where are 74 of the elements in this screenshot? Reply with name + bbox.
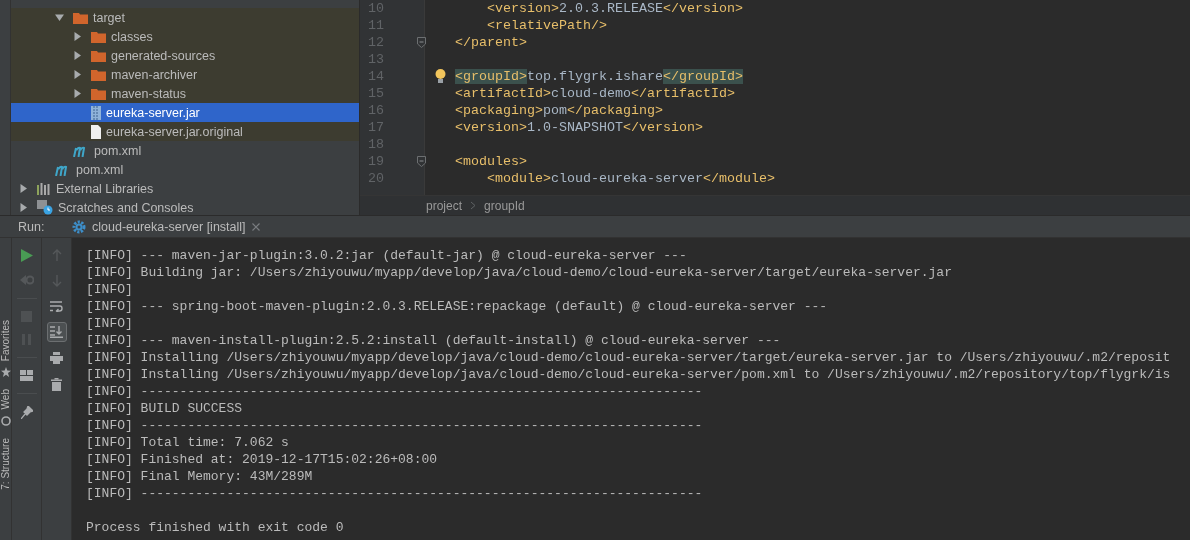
tree-item[interactable]: Scratches and Consoles — [11, 198, 359, 217]
fold-marker-icon[interactable] — [417, 37, 426, 48]
tree-item[interactable]: eureka-server.jar.original — [11, 122, 359, 141]
tool-window-tab[interactable]: 7: Structure — [0, 437, 11, 490]
folder-icon — [91, 30, 106, 43]
breadcrumb[interactable]: groupId — [484, 198, 525, 213]
file-icon — [91, 124, 101, 139]
breadcrumb[interactable]: project — [426, 198, 463, 213]
gear-icon — [72, 219, 86, 234]
console-line: [INFO] ------------------------------------------------------------------------ — [86, 384, 703, 399]
code-line: <version>2.0.3.RELEASE</version> — [486, 1, 743, 16]
fold-marker-icon[interactable] — [417, 156, 426, 167]
console-line: [INFO] --- spring-boot-maven-plugin:2.0.3.RELEASE:repackage (default) @ cloud-eureka-server --- — [86, 299, 828, 314]
tree-item[interactable]: maven-status — [11, 84, 359, 103]
trash-icon[interactable] — [51, 378, 62, 391]
console-line: [INFO] Total time: 7.062 s — [86, 435, 289, 450]
expand-arrow-icon[interactable] — [73, 32, 82, 41]
tree-item[interactable]: generated-sources — [11, 46, 359, 65]
tool-window-tab[interactable]: Web — [0, 389, 11, 410]
layout-icon[interactable] — [20, 370, 33, 381]
print-icon[interactable] — [50, 352, 63, 364]
console-line: [INFO] Installing /Users/zhiyouwu/myapp/develop/java/cloud-demo/cloud-eureka-server/target/eureka-server.jar to /Users/zhiyouwu/.m2/reposit — [86, 350, 1171, 365]
folder-icon — [91, 49, 106, 62]
console-line: [INFO] BUILD SUCCESS — [86, 401, 243, 416]
tree-item[interactable]: pom.xml — [11, 141, 359, 160]
console-line: [INFO] ------------------------------------------------------------------------ — [86, 418, 703, 433]
console-line: [INFO] — [86, 316, 133, 331]
folder-icon — [73, 11, 88, 24]
run-label: Run: — [18, 218, 46, 236]
console-line: [INFO] --- maven-jar-plugin:3.0.2:jar (default-jar) @ cloud-eureka-server --- — [86, 248, 687, 263]
tree-item[interactable]: maven-archiver — [11, 65, 359, 84]
tree-item[interactable]: External Libraries — [11, 179, 359, 198]
close-icon[interactable] — [251, 222, 260, 231]
tree-item[interactable]: pom.xml — [11, 160, 359, 179]
console-line: [INFO] --- maven-install-plugin:2.5.2:install (default-install) @ cloud-eureka-server --- — [86, 333, 781, 348]
code-line: <artifactId>cloud-demo</artifactId> — [455, 86, 735, 101]
console-line: [INFO] Installing /Users/zhiyouwu/myapp/develop/java/cloud-demo/cloud-eureka-server/pom.xml to /Users/zhiyouwu/.m2/repository/top/flygrk/is — [86, 367, 1171, 382]
code-line: <packaging>pom</packaging> — [455, 103, 663, 118]
tree-item[interactable]: eureka-server.jar — [11, 103, 359, 122]
run-icon[interactable] — [20, 249, 33, 262]
code-line: <relativePath/> — [486, 18, 607, 33]
pin-icon[interactable] — [20, 406, 33, 419]
expand-arrow-icon[interactable] — [73, 70, 82, 79]
scroll-to-end-toggle[interactable] — [46, 322, 67, 342]
expand-arrow-icon[interactable] — [19, 184, 28, 193]
archive-icon — [91, 105, 101, 120]
code-line: <version>1.0-SNAPSHOT</version> — [455, 120, 703, 135]
tree-item[interactable]: target — [11, 8, 359, 27]
scratches-icon — [37, 200, 53, 215]
code-line: </parent> — [455, 35, 527, 50]
tool-window-tab[interactable]: Favorites — [0, 320, 11, 362]
code-line: <groupId>top.flygrk.ishare</groupId> — [455, 69, 743, 84]
code-line: <module>cloud-eureka-server</module> — [486, 171, 775, 186]
chevron-icon — [470, 201, 477, 210]
lightbulb-icon[interactable] — [435, 69, 446, 84]
tree-item[interactable]: classes — [11, 27, 359, 46]
exit-message: Process finished with exit code 0 — [86, 520, 344, 535]
console-line: [INFO] — [86, 282, 133, 297]
code-line: <modules> — [455, 154, 527, 169]
libraries-icon — [37, 182, 51, 195]
console-line: [INFO] Building jar: /Users/zhiyouwu/myapp/develop/java/cloud-demo/cloud-eureka-server/target/eureka-server.jar — [86, 265, 952, 280]
expand-arrow-icon[interactable] — [19, 203, 28, 212]
console-line: [INFO] Final Memory: 43M/289M — [86, 469, 313, 484]
expand-arrow-icon[interactable] — [73, 89, 82, 98]
folder-icon — [91, 68, 106, 81]
globe-icon — [0, 415, 11, 426]
star-icon — [0, 367, 11, 378]
expand-arrow-icon[interactable] — [73, 51, 82, 60]
console-line: [INFO] ------------------------------------------------------------------------ — [86, 486, 703, 501]
collapse-arrow-icon[interactable] — [55, 13, 64, 22]
folder-icon — [91, 87, 106, 100]
run-tab[interactable]: cloud-eureka-server [install] — [64, 216, 268, 237]
console-line: [INFO] Finished at: 2019-12-17T15:02:26+08:00 — [86, 452, 438, 467]
soft-wrap-icon[interactable] — [50, 301, 63, 312]
